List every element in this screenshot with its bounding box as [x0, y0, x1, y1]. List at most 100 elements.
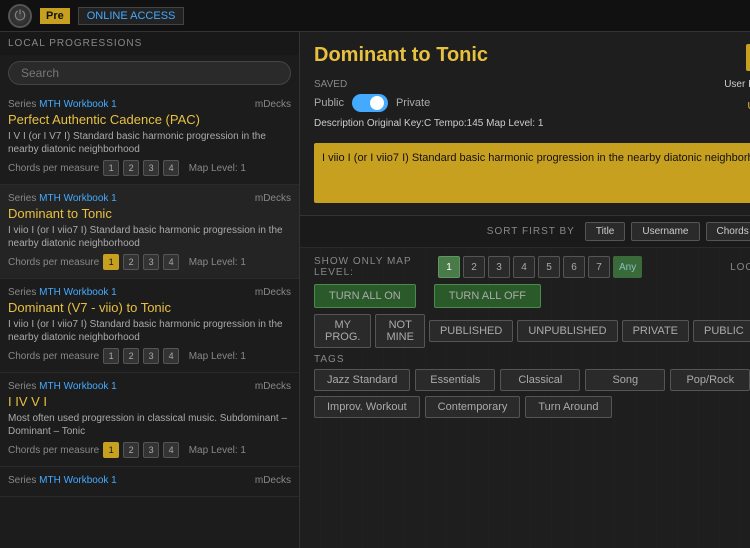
description-row: Description Original Key:C Tempo:145 Map…: [314, 118, 543, 129]
detail-body-text: I viio I (or I viio7 I) Standard basic h…: [314, 143, 750, 203]
include-unpublished-button[interactable]: UNPUBLISHED: [517, 320, 617, 342]
sort-username-button[interactable]: Username: [631, 222, 699, 241]
load-button[interactable]: LOAD: [746, 44, 750, 71]
map-level-1-button[interactable]: 1: [438, 256, 460, 278]
include-not-mine-button[interactable]: NOT MINE: [375, 314, 425, 348]
tag-contemporary-button[interactable]: Contemporary: [425, 396, 521, 418]
unpublished-badge: UNPUBLISHED: [724, 101, 750, 112]
measure-btn-1[interactable]: 1: [103, 442, 119, 458]
tag-jazz-standard-button[interactable]: Jazz Standard: [314, 369, 410, 391]
turn-all-on-button[interactable]: TURN ALL ON: [314, 284, 416, 308]
series-source: mDecks: [255, 193, 291, 204]
series-label: Series MTH Workbook 1: [8, 475, 117, 486]
include-private-button[interactable]: PRIVATE: [622, 320, 689, 342]
map-level-row: SHOW ONLY MAP LEVEL: 1234567Any LOCAL FI…: [314, 256, 750, 278]
progression-list: Series MTH Workbook 1 mDecks Perfect Aut…: [0, 91, 299, 548]
map-level-label: SHOW ONLY MAP LEVEL:: [314, 256, 434, 278]
prog-desc: I viio I (or I viio7 I) Standard basic h…: [8, 224, 291, 250]
series-source: mDecks: [255, 99, 291, 110]
tag-pop/rock-button[interactable]: Pop/Rock: [670, 369, 750, 391]
series-label: Series MTH Workbook 1: [8, 99, 117, 110]
map-level-5-button[interactable]: 5: [538, 256, 560, 278]
prog-title: I IV V I: [8, 394, 291, 409]
measure-btn-4[interactable]: 4: [163, 160, 179, 176]
map-level-3-button[interactable]: 3: [488, 256, 510, 278]
public-private-toggle[interactable]: [352, 94, 388, 112]
measure-btn-1[interactable]: 1: [103, 160, 119, 176]
prog-title: Dominant to Tonic: [8, 206, 291, 221]
list-item[interactable]: Series MTH Workbook 1 mDecks I IV V I Mo…: [0, 373, 299, 467]
left-panel: LOCAL PROGRESSIONS Series MTH Workbook 1…: [0, 32, 300, 548]
private-label: Private: [396, 97, 430, 109]
right-panel: Dominant to Tonic LOAD SAVED Public Priv…: [300, 32, 750, 548]
online-access-badge: ONLINE ACCESS: [78, 7, 185, 25]
list-item[interactable]: Series MTH Workbook 1 mDecks: [0, 467, 299, 497]
measure-btn-4[interactable]: 4: [163, 442, 179, 458]
detail-title: Dominant to Tonic: [314, 44, 488, 67]
saved-label: SAVED: [314, 79, 543, 90]
include-my-prog.-button[interactable]: MY PROG.: [314, 314, 371, 348]
online-id: Online Id: 463: [724, 90, 750, 101]
prog-meta: Chords per measure 1234 Map Level: 1: [8, 442, 291, 458]
include-published-button[interactable]: PUBLISHED: [429, 320, 513, 342]
search-bar: [0, 55, 299, 91]
prog-meta: Chords per measure 1234 Map Level: 1: [8, 254, 291, 270]
list-item[interactable]: Series MTH Workbook 1 mDecks Dominant to…: [0, 185, 299, 279]
tag-turn-around-button[interactable]: Turn Around: [525, 396, 611, 418]
prog-title: Dominant (V7 - viio) to Tonic: [8, 300, 291, 315]
sort-bar: SORT FIRST BY Title Username Chords per …: [300, 216, 750, 248]
power-button[interactable]: ⏻: [8, 4, 32, 28]
tag-classical-button[interactable]: Classical: [500, 369, 580, 391]
prog-desc: I V I (or I V7 I) Standard basic harmoni…: [8, 130, 291, 156]
list-item[interactable]: Series MTH Workbook 1 mDecks Perfect Aut…: [0, 91, 299, 185]
toggle-knob: [370, 96, 384, 110]
detail-area: Dominant to Tonic LOAD SAVED Public Priv…: [300, 32, 750, 216]
measure-btn-4[interactable]: 4: [163, 348, 179, 364]
turn-all-off-button[interactable]: TURN ALL OFF: [434, 284, 541, 308]
series-label: Series MTH Workbook 1: [8, 287, 117, 298]
series-label: Series MTH Workbook 1: [8, 193, 117, 204]
map-level-2-button[interactable]: 2: [463, 256, 485, 278]
measure-btn-2[interactable]: 2: [123, 442, 139, 458]
series-source: mDecks: [255, 287, 291, 298]
measure-btn-2[interactable]: 2: [123, 348, 139, 364]
measure-btn-3[interactable]: 3: [143, 442, 159, 458]
tag-improv.-workout-button[interactable]: Improv. Workout: [314, 396, 420, 418]
list-item[interactable]: Series MTH Workbook 1 mDecks Dominant (V…: [0, 279, 299, 373]
prog-title: Perfect Authentic Cadence (PAC): [8, 112, 291, 127]
measure-btn-3[interactable]: 3: [143, 254, 159, 270]
include-public-button[interactable]: PUBLIC: [693, 320, 750, 342]
tags-label: TAGS: [314, 354, 750, 365]
map-level-7-button[interactable]: 7: [588, 256, 610, 278]
user-id: User Id: 27 (mDecks): [724, 79, 750, 90]
prog-meta: Chords per measure 1234 Map Level: 1: [8, 348, 291, 364]
measure-btn-3[interactable]: 3: [143, 160, 159, 176]
map-level-4-button[interactable]: 4: [513, 256, 535, 278]
sort-title-button[interactable]: Title: [585, 222, 626, 241]
measure-btn-1[interactable]: 1: [103, 254, 119, 270]
filters-area: SHOW ONLY MAP LEVEL: 1234567Any LOCAL FI…: [300, 248, 750, 548]
measure-btn-2[interactable]: 2: [123, 160, 139, 176]
turn-all-row: TURN ALL ON TURN ALL OFF INCLUDE:: [314, 284, 750, 308]
sort-chords-button[interactable]: Chords per measure: [706, 222, 750, 241]
tag-song-button[interactable]: Song: [585, 369, 665, 391]
measure-btn-3[interactable]: 3: [143, 348, 159, 364]
map-level-6-button[interactable]: 6: [563, 256, 585, 278]
local-progressions-header: LOCAL PROGRESSIONS: [0, 32, 299, 55]
sort-label: SORT FIRST BY: [487, 226, 575, 237]
power-icon: ⏻: [14, 7, 25, 24]
tag-essentials-button[interactable]: Essentials: [415, 369, 495, 391]
include-row: MY PROG.NOT MINEPUBLISHEDUNPUBLISHEDPRIV…: [314, 314, 750, 348]
series-source: mDecks: [255, 475, 291, 486]
search-input[interactable]: [8, 61, 291, 85]
top-bar: ⏻ Pre ONLINE ACCESS: [0, 0, 750, 32]
map-level-any-button[interactable]: Any: [613, 256, 642, 278]
measure-btn-4[interactable]: 4: [163, 254, 179, 270]
series-label: Series MTH Workbook 1: [8, 381, 117, 392]
tags-row: Jazz StandardEssentialsClassicalSongPop/…: [314, 369, 750, 418]
measure-btn-1[interactable]: 1: [103, 348, 119, 364]
main-layout: LOCAL PROGRESSIONS Series MTH Workbook 1…: [0, 32, 750, 548]
logo: Pre: [40, 8, 70, 24]
public-label: Public: [314, 97, 344, 109]
measure-btn-2[interactable]: 2: [123, 254, 139, 270]
